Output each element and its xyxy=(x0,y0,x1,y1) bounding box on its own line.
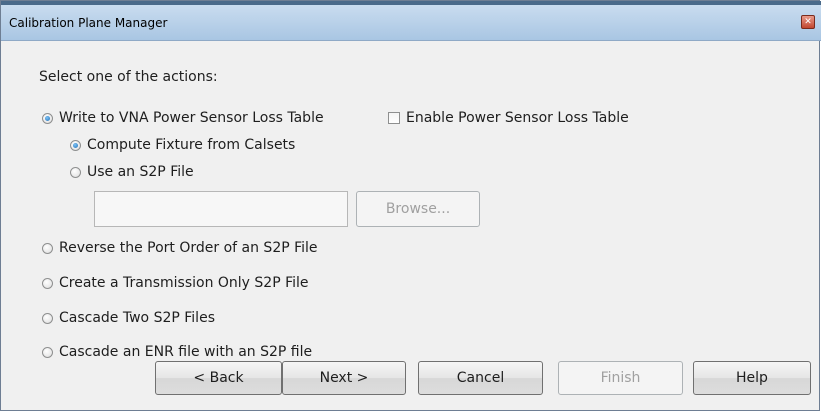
checkbox-label: Enable Power Sensor Loss Table xyxy=(406,110,629,126)
radio-transmission-only[interactable]: Create a Transmission Only S2P File xyxy=(42,273,309,293)
radio-icon[interactable] xyxy=(42,346,53,358)
radio-write-vna-loss-table[interactable]: Write to VNA Power Sensor Loss Table xyxy=(42,108,324,128)
radio-icon[interactable] xyxy=(42,242,53,254)
radio-icon[interactable] xyxy=(70,166,81,178)
radio-cascade-enr[interactable]: Cascade an ENR file with an S2P file xyxy=(42,342,312,362)
radio-label: Compute Fixture from Calsets xyxy=(87,137,296,153)
radio-use-s2p-file[interactable]: Use an S2P File xyxy=(70,162,194,182)
calibration-plane-manager-window: Calibration Plane Manager ✕ Select one o… xyxy=(0,0,821,411)
title-bar[interactable]: Calibration Plane Manager ✕ xyxy=(1,5,821,41)
radio-label: Use an S2P File xyxy=(87,164,194,180)
radio-label: Write to VNA Power Sensor Loss Table xyxy=(59,110,324,126)
window-title: Calibration Plane Manager xyxy=(9,16,168,30)
browse-button[interactable]: Browse... xyxy=(356,191,480,227)
radio-reverse-port-order[interactable]: Reverse the Port Order of an S2P File xyxy=(42,238,318,258)
radio-label: Cascade Two S2P Files xyxy=(59,310,215,326)
close-button[interactable]: ✕ xyxy=(801,15,815,29)
help-button[interactable]: Help xyxy=(693,361,811,395)
close-icon: ✕ xyxy=(804,17,812,27)
back-button[interactable]: < Back xyxy=(155,361,282,395)
s2p-file-input[interactable] xyxy=(94,191,348,227)
radio-label: Create a Transmission Only S2P File xyxy=(59,275,309,291)
radio-icon[interactable] xyxy=(42,312,53,324)
radio-cascade-two-s2p[interactable]: Cascade Two S2P Files xyxy=(42,308,215,328)
finish-button[interactable]: Finish xyxy=(558,361,683,395)
radio-icon-checked[interactable] xyxy=(42,112,53,124)
radio-icon[interactable] xyxy=(42,277,53,289)
checkbox-enable-loss-table[interactable]: Enable Power Sensor Loss Table xyxy=(388,108,629,128)
dialog-body: Select one of the actions: Write to VNA … xyxy=(3,41,819,410)
radio-compute-fixture[interactable]: Compute Fixture from Calsets xyxy=(70,135,295,155)
radio-label: Cascade an ENR file with an S2P file xyxy=(59,344,313,360)
next-button[interactable]: Next > xyxy=(282,361,406,395)
checkbox-icon[interactable] xyxy=(388,112,400,124)
cancel-button[interactable]: Cancel xyxy=(418,361,543,395)
radio-icon-checked[interactable] xyxy=(70,139,81,151)
actions-prompt: Select one of the actions: xyxy=(39,69,218,85)
radio-label: Reverse the Port Order of an S2P File xyxy=(59,240,318,256)
